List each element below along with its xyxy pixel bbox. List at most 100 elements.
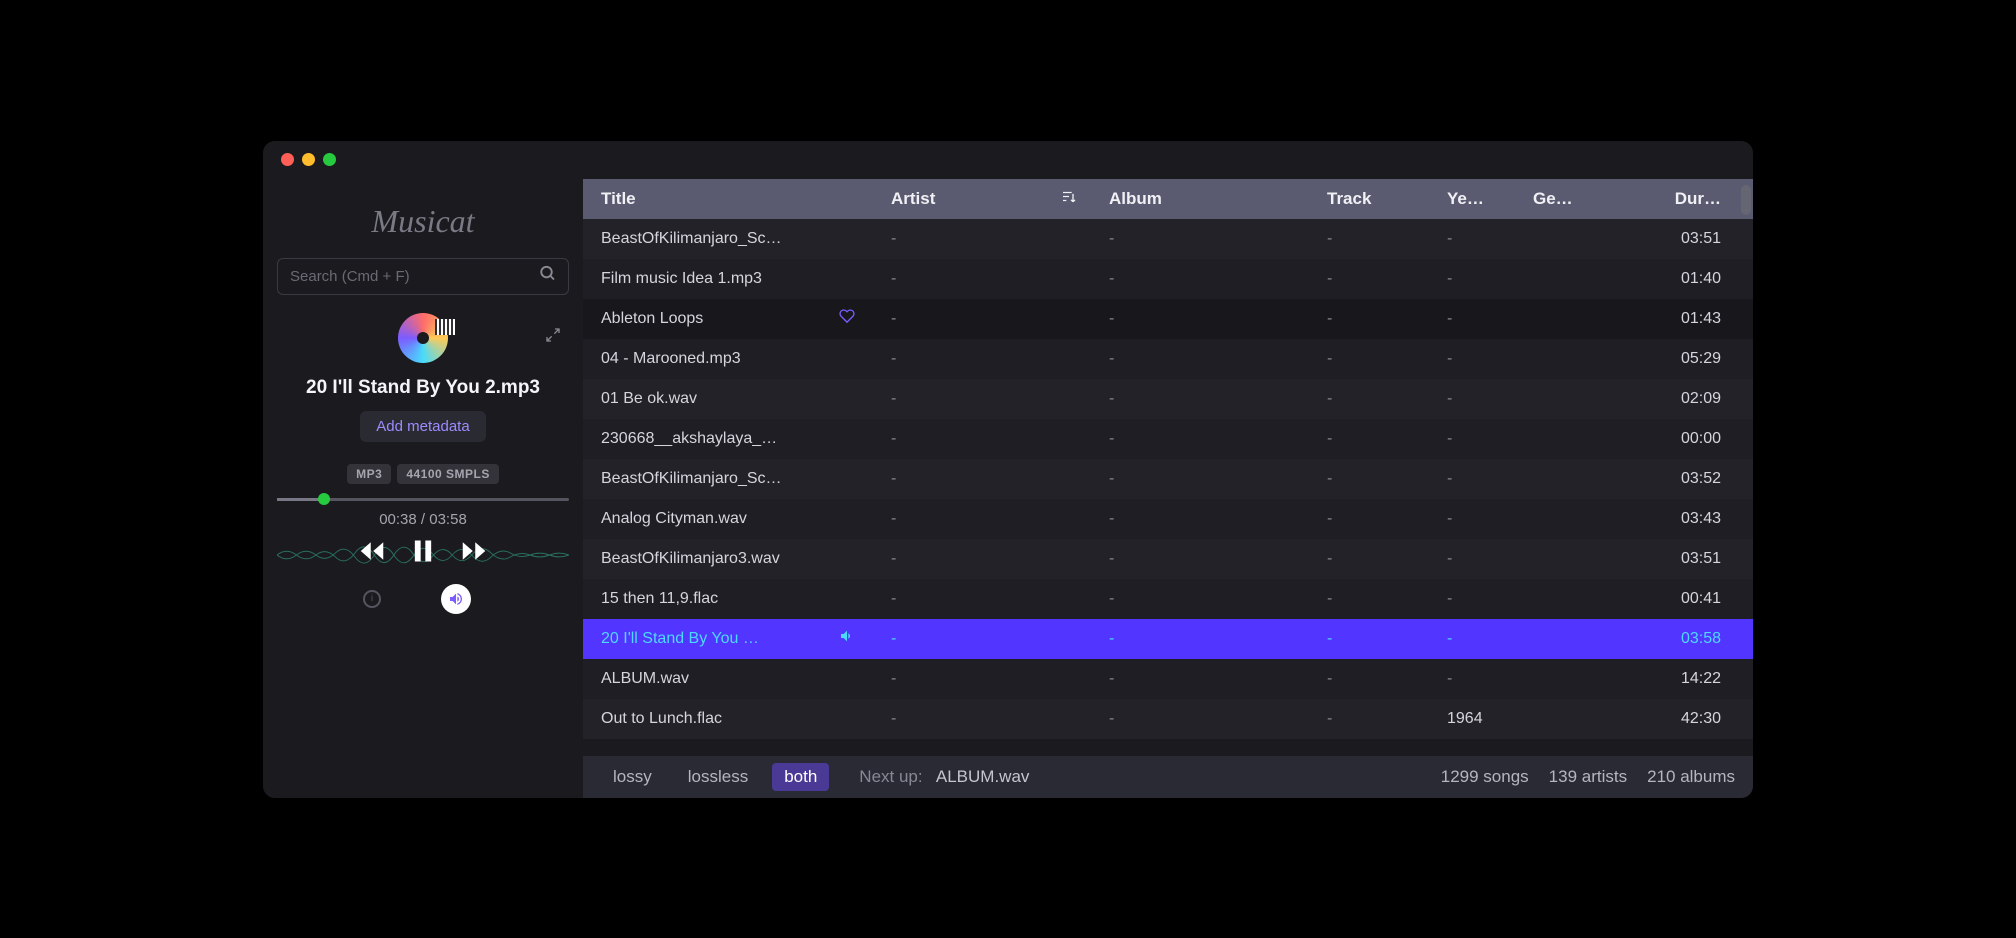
- volume-icon[interactable]: [441, 584, 471, 614]
- track-number-cell: -: [1309, 590, 1429, 608]
- search-input[interactable]: [277, 258, 569, 295]
- table-row[interactable]: BeastOfKilimanjaro_Sc…----03:52: [583, 459, 1753, 499]
- track-title-cell: 04 - Marooned.mp3: [601, 350, 855, 368]
- track-duration-cell: 02:09: [1615, 390, 1753, 408]
- table-row[interactable]: ALBUM.wav----14:22: [583, 659, 1753, 699]
- total-time: 03:58: [429, 511, 467, 528]
- track-duration-cell: 05:29: [1615, 350, 1753, 368]
- track-album-cell: -: [1091, 430, 1309, 448]
- table-row[interactable]: BeastOfKilimanjaro_Sc…----03:51: [583, 219, 1753, 259]
- track-artist-cell: -: [873, 630, 1091, 648]
- progress-thumb[interactable]: [318, 493, 330, 505]
- stat-songs: 1299 songs: [1441, 767, 1529, 787]
- column-header-year[interactable]: Ye…: [1429, 189, 1515, 209]
- track-duration-cell: 42:30: [1615, 710, 1753, 728]
- sidebar: Musicat 20 I'll Stand By You 2.mp3 Add m…: [263, 179, 583, 798]
- track-title-cell: BeastOfKilimanjaro3.wav: [601, 550, 855, 568]
- track-title-cell: 15 then 11,9.flac: [601, 590, 855, 608]
- column-header-duration[interactable]: Dur…: [1615, 189, 1753, 209]
- column-header-artist[interactable]: Artist: [873, 189, 1091, 209]
- track-duration-cell: 03:43: [1615, 510, 1753, 528]
- track-year-cell: -: [1429, 230, 1515, 248]
- window-minimize-button[interactable]: [302, 153, 315, 166]
- table-row[interactable]: 230668__akshaylaya_…----00:00: [583, 419, 1753, 459]
- app-window: Musicat 20 I'll Stand By You 2.mp3 Add m…: [263, 141, 1753, 798]
- table-row[interactable]: Analog Cityman.wav----03:43: [583, 499, 1753, 539]
- track-album-cell: -: [1091, 670, 1309, 688]
- app-logo: Musicat: [277, 179, 569, 258]
- search-icon: [539, 265, 557, 288]
- pause-button[interactable]: [409, 537, 437, 565]
- previous-button[interactable]: [357, 536, 387, 566]
- track-duration-cell: 03:51: [1615, 230, 1753, 248]
- column-header-track[interactable]: Track: [1309, 189, 1429, 209]
- main-panel: Title Artist Album Track Ye… Ge… Dur… Be…: [583, 179, 1753, 798]
- track-number-cell: -: [1309, 350, 1429, 368]
- track-album-cell: -: [1091, 350, 1309, 368]
- track-number-cell: -: [1309, 710, 1429, 728]
- filter-lossy[interactable]: lossy: [601, 763, 664, 791]
- track-year-cell: -: [1429, 670, 1515, 688]
- column-header-genre[interactable]: Ge…: [1515, 189, 1615, 209]
- next-up-label: Next up:: [859, 767, 922, 786]
- track-artist-cell: -: [873, 470, 1091, 488]
- track-year-cell: -: [1429, 590, 1515, 608]
- track-title-cell: BeastOfKilimanjaro_Sc…: [601, 230, 855, 248]
- progress-fill: [277, 498, 324, 501]
- table-row[interactable]: Film music Idea 1.mp3----01:40: [583, 259, 1753, 299]
- track-number-cell: -: [1309, 630, 1429, 648]
- track-duration-cell: 01:40: [1615, 270, 1753, 288]
- scrollbar-thumb[interactable]: [1741, 185, 1751, 215]
- track-number-cell: -: [1309, 670, 1429, 688]
- table-row[interactable]: 04 - Marooned.mp3----05:29: [583, 339, 1753, 379]
- track-artist-cell: -: [873, 230, 1091, 248]
- window-close-button[interactable]: [281, 153, 294, 166]
- track-title-cell: Film music Idea 1.mp3: [601, 270, 855, 288]
- table-header: Title Artist Album Track Ye… Ge… Dur…: [583, 179, 1753, 219]
- filter-both[interactable]: both: [772, 763, 829, 791]
- track-duration-cell: 00:00: [1615, 430, 1753, 448]
- titlebar: [263, 141, 1753, 179]
- time-display: 00:38 / 03:58: [379, 511, 467, 528]
- track-album-cell: -: [1091, 630, 1309, 648]
- track-artist-cell: -: [873, 390, 1091, 408]
- table-row[interactable]: 20 I'll Stand By You …----03:58: [583, 619, 1753, 659]
- table-row[interactable]: BeastOfKilimanjaro3.wav----03:51: [583, 539, 1753, 579]
- album-art[interactable]: [398, 313, 448, 363]
- track-artist-cell: -: [873, 550, 1091, 568]
- track-duration-cell: 03:58: [1615, 630, 1753, 648]
- track-title-cell: Ableton Loops: [601, 310, 831, 328]
- next-button[interactable]: [459, 536, 489, 566]
- track-title-cell: BeastOfKilimanjaro_Sc…: [601, 470, 855, 488]
- window-zoom-button[interactable]: [323, 153, 336, 166]
- track-number-cell: -: [1309, 550, 1429, 568]
- table-row[interactable]: 15 then 11,9.flac----00:41: [583, 579, 1753, 619]
- expand-icon[interactable]: [545, 327, 561, 348]
- next-up: Next up: ALBUM.wav: [859, 767, 1029, 787]
- footer: lossy lossless both Next up: ALBUM.wav 1…: [583, 756, 1753, 798]
- format-badges: MP3 44100 SMPLS: [347, 464, 499, 484]
- track-year-cell: -: [1429, 550, 1515, 568]
- track-number-cell: -: [1309, 390, 1429, 408]
- format-badge: MP3: [347, 464, 391, 484]
- table-row[interactable]: 01 Be ok.wav----02:09: [583, 379, 1753, 419]
- progress-bar[interactable]: [277, 498, 569, 501]
- track-album-cell: -: [1091, 590, 1309, 608]
- heart-icon[interactable]: [839, 308, 855, 329]
- column-header-album[interactable]: Album: [1091, 189, 1309, 209]
- track-year-cell: -: [1429, 390, 1515, 408]
- add-metadata-button[interactable]: Add metadata: [360, 411, 485, 442]
- track-year-cell: -: [1429, 350, 1515, 368]
- info-icon[interactable]: i: [363, 590, 381, 608]
- track-artist-cell: -: [873, 430, 1091, 448]
- now-playing-title: 20 I'll Stand By You 2.mp3: [302, 377, 544, 399]
- table-row[interactable]: Out to Lunch.flac---196442:30: [583, 699, 1753, 739]
- track-duration-cell: 00:41: [1615, 590, 1753, 608]
- track-artist-cell: -: [873, 510, 1091, 528]
- track-artist-cell: -: [873, 710, 1091, 728]
- filter-lossless[interactable]: lossless: [676, 763, 760, 791]
- table-row[interactable]: Ableton Loops----01:43: [583, 299, 1753, 339]
- track-album-cell: -: [1091, 470, 1309, 488]
- now-playing-indicator-icon: [839, 628, 855, 649]
- column-header-title[interactable]: Title: [583, 189, 873, 209]
